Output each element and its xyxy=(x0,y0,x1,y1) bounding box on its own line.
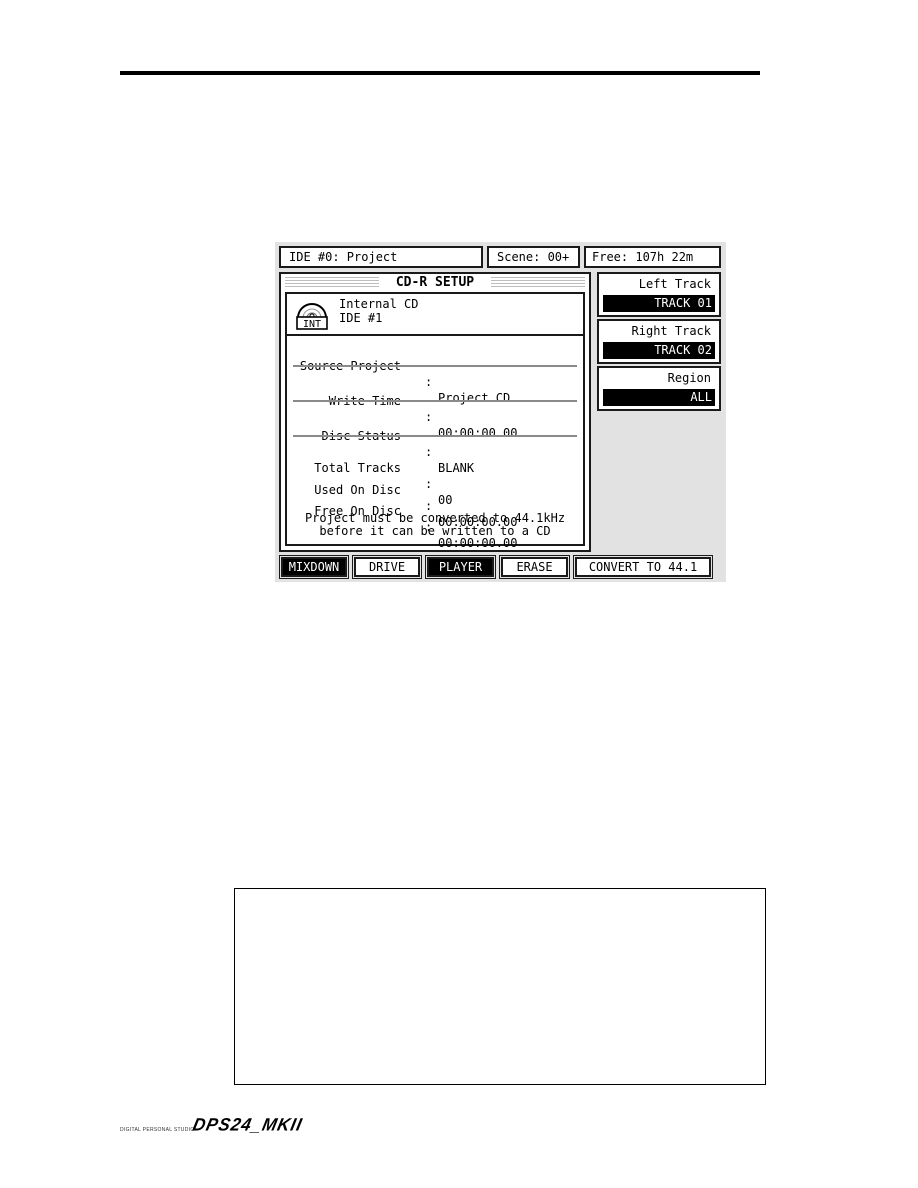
cd-info-box: INT Internal CD IDE #1 Source Project : … xyxy=(285,292,585,550)
conversion-warning: Project must be converted to 44.1kHz bef… xyxy=(287,512,583,538)
note-box xyxy=(234,888,766,1085)
divider xyxy=(293,365,577,367)
left-track-selector[interactable]: Left Track TRACK 01 xyxy=(597,272,721,317)
svg-text:INT: INT xyxy=(303,319,321,330)
cd-drive-icon: INT xyxy=(296,303,328,330)
region-selector[interactable]: Region ALL xyxy=(597,366,721,411)
drive-selector[interactable]: INT Internal CD IDE #1 xyxy=(287,294,583,336)
header-rule xyxy=(120,71,760,75)
mixdown-button[interactable]: MIXDOWN xyxy=(279,555,349,579)
divider xyxy=(293,435,577,437)
drive-name-label: Internal CD xyxy=(339,297,419,311)
right-track-value[interactable]: TRACK 02 xyxy=(603,342,715,359)
panel-title: CD-R SETUP xyxy=(281,275,589,291)
convert-button[interactable]: CONVERT TO 44.1 xyxy=(573,555,713,579)
drive-name: Internal CD IDE #1 xyxy=(339,297,418,325)
cdr-setup-panel: CD-R SETUP INT Internal CD IDE #1 Sour xyxy=(279,272,591,552)
player-button[interactable]: PLAYER xyxy=(425,555,496,579)
project-display: IDE #0: Project xyxy=(279,246,483,268)
drive-button[interactable]: DRIVE xyxy=(352,555,422,579)
region-value[interactable]: ALL xyxy=(603,389,715,406)
left-track-label: Left Track xyxy=(638,277,711,291)
scene-display: Scene: 00+ xyxy=(487,246,580,268)
erase-button[interactable]: ERASE xyxy=(499,555,570,579)
left-track-value[interactable]: TRACK 01 xyxy=(603,295,715,312)
drive-id-label: IDE #1 xyxy=(339,311,383,325)
free-space-display: Free: 107h 22m xyxy=(584,246,721,268)
right-track-selector[interactable]: Right Track TRACK 02 xyxy=(597,319,721,364)
lcd-screen: IDE #0: Project Scene: 00+ Free: 107h 22… xyxy=(275,242,726,582)
panel-title-bar: CD-R SETUP xyxy=(281,274,589,294)
right-track-label: Right Track xyxy=(631,324,711,338)
divider xyxy=(293,400,577,402)
region-label: Region xyxy=(667,371,711,385)
footer-subtitle: DIGITAL PERSONAL STUDIO xyxy=(120,1127,195,1133)
warning-line-2: before it can be written to a CD xyxy=(319,524,551,538)
product-logo: DPS24_MKII xyxy=(190,1114,305,1135)
